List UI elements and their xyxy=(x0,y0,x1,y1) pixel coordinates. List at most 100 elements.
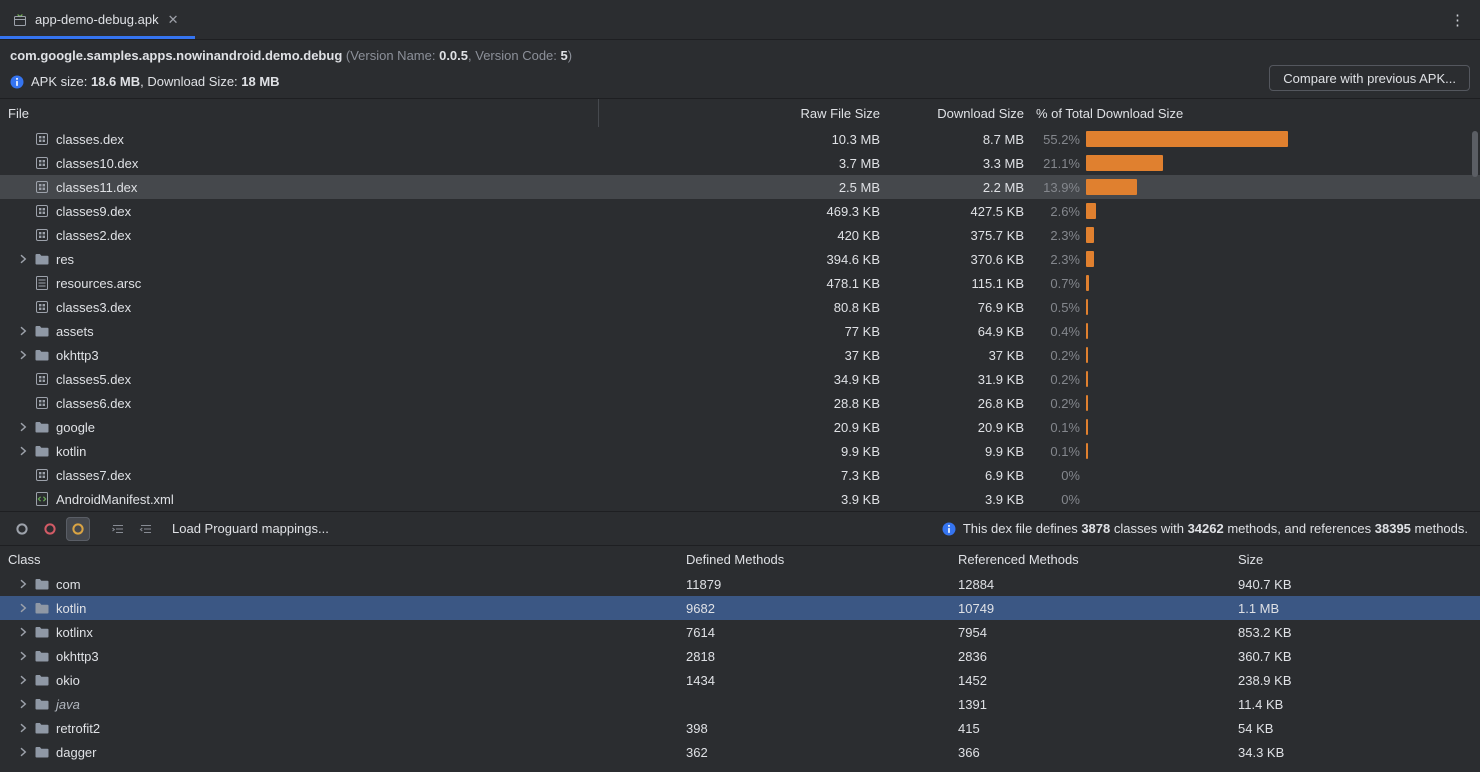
file-row[interactable]: kotlin9.9 KB9.9 KB0.1% xyxy=(0,439,1480,463)
more-options-icon[interactable]: ⋮ xyxy=(1450,11,1466,29)
file-row[interactable]: classes9.dex469.3 KB427.5 KB2.6% xyxy=(0,199,1480,223)
chevron-right-icon[interactable] xyxy=(12,576,34,592)
download-size-cell: 427.5 KB xyxy=(886,204,1028,219)
file-row[interactable]: assets77 KB64.9 KB0.4% xyxy=(0,319,1480,343)
chevron-right-icon[interactable] xyxy=(12,624,34,640)
class-name: retrofit2 xyxy=(56,721,100,736)
class-row[interactable]: kotlin9682107491.1 MB xyxy=(0,596,1480,620)
chevron-right-icon[interactable] xyxy=(12,347,34,363)
compare-previous-apk-button[interactable]: Compare with previous APK... xyxy=(1269,65,1470,91)
column-header-referenced-methods[interactable]: Referenced Methods xyxy=(952,552,1232,567)
collapse-all-icon[interactable] xyxy=(134,517,158,541)
file-row[interactable]: classes.dex10.3 MB8.7 MB55.2% xyxy=(0,127,1480,151)
chevron-right-icon[interactable] xyxy=(12,419,34,435)
version-code: 5 xyxy=(561,48,568,63)
class-row[interactable]: retrofit239841554 KB xyxy=(0,716,1480,740)
column-header-defined-methods[interactable]: Defined Methods xyxy=(680,552,952,567)
show-removed-nodes-icon[interactable] xyxy=(38,517,62,541)
column-header-class[interactable]: Class xyxy=(0,552,680,567)
percent-cell: 0.1% xyxy=(1028,444,1080,459)
raw-size-cell: 7.3 KB xyxy=(598,468,886,483)
class-row[interactable]: com1187912884940.7 KB xyxy=(0,572,1480,596)
chevron-right-icon[interactable] xyxy=(12,672,34,688)
class-row[interactable]: java139111.4 KB xyxy=(0,692,1480,716)
class-cell: kotlinx xyxy=(0,624,680,640)
file-row[interactable]: classes11.dex2.5 MB2.2 MB13.9% xyxy=(0,175,1480,199)
chevron-right-icon[interactable] xyxy=(12,251,34,267)
defined-methods-cell: 1434 xyxy=(680,673,952,688)
column-header-size[interactable]: Size xyxy=(1232,552,1480,567)
column-header-download-size[interactable]: Download Size xyxy=(886,106,1028,121)
class-row[interactable]: okhttp328182836360.7 KB xyxy=(0,644,1480,668)
percent-bar xyxy=(1086,179,1137,195)
size-cell: 34.3 KB xyxy=(1232,745,1480,760)
size-cell: 11.4 KB xyxy=(1232,697,1480,712)
file-row[interactable]: classes5.dex34.9 KB31.9 KB0.2% xyxy=(0,367,1480,391)
chevron-right-icon[interactable] xyxy=(12,600,34,616)
chevron-right-icon[interactable] xyxy=(12,744,34,760)
class-cell: okhttp3 xyxy=(0,648,680,664)
file-name: res xyxy=(56,252,74,267)
column-header-file[interactable]: File xyxy=(0,106,598,121)
dex-file-icon xyxy=(34,131,50,147)
tab-apk-analyzer[interactable]: app-demo-debug.apk ✕ xyxy=(0,0,195,39)
vertical-scrollbar-thumb[interactable] xyxy=(1472,131,1478,177)
file-row[interactable]: resources.arsc478.1 KB115.1 KB0.7% xyxy=(0,271,1480,295)
tab-close-icon[interactable]: ✕ xyxy=(166,11,181,28)
class-table-body: com1187912884940.7 KBkotlin9682107491.1 … xyxy=(0,572,1480,764)
percent-cell: 0.7% xyxy=(1028,276,1080,291)
file-row[interactable]: classes3.dex80.8 KB76.9 KB0.5% xyxy=(0,295,1480,319)
chevron-right-icon[interactable] xyxy=(12,443,34,459)
file-row[interactable]: AndroidManifest.xml3.9 KB3.9 KB0% xyxy=(0,487,1480,511)
file-name: okhttp3 xyxy=(56,348,99,363)
dex-summary: This dex file defines 3878 classes with … xyxy=(942,521,1468,536)
folder-icon xyxy=(34,443,50,459)
chevron-right-icon[interactable] xyxy=(12,696,34,712)
percent-cell: 2.6% xyxy=(1028,204,1080,219)
apk-size-line: APK size: 18.6 MB, Download Size: 18 MB xyxy=(10,72,1470,92)
chevron-right-icon[interactable] xyxy=(12,648,34,664)
class-name: kotlinx xyxy=(56,625,93,640)
chevron-right-icon[interactable] xyxy=(12,720,34,736)
file-row[interactable]: classes7.dex7.3 KB6.9 KB0% xyxy=(0,463,1480,487)
file-cell: classes10.dex xyxy=(0,155,598,171)
size-cell: 853.2 KB xyxy=(1232,625,1480,640)
dex-file-icon xyxy=(34,395,50,411)
percent-bar xyxy=(1086,275,1089,291)
file-row[interactable]: classes10.dex3.7 MB3.3 MB21.1% xyxy=(0,151,1480,175)
file-row[interactable]: okhttp337 KB37 KB0.2% xyxy=(0,343,1480,367)
raw-size-cell: 2.5 MB xyxy=(598,180,886,195)
raw-size-cell: 469.3 KB xyxy=(598,204,886,219)
class-row[interactable]: okio14341452238.9 KB xyxy=(0,668,1480,692)
size-cell: 940.7 KB xyxy=(1232,577,1480,592)
column-header-raw-size[interactable]: Raw File Size xyxy=(598,99,886,127)
percent-bar xyxy=(1086,299,1088,315)
show-all-classes-icon[interactable] xyxy=(10,517,34,541)
file-name: kotlin xyxy=(56,444,86,459)
percent-bar-cell xyxy=(1080,275,1480,291)
file-row[interactable]: google20.9 KB20.9 KB0.1% xyxy=(0,415,1480,439)
folder-icon xyxy=(34,251,50,267)
class-row[interactable]: kotlinx76147954853.2 KB xyxy=(0,620,1480,644)
chevron-right-icon[interactable] xyxy=(12,323,34,339)
defined-methods-cell: 9682 xyxy=(680,601,952,616)
percent-bar xyxy=(1086,203,1096,219)
download-size-cell: 2.2 MB xyxy=(886,180,1028,195)
percent-cell: 0.2% xyxy=(1028,348,1080,363)
folder-icon xyxy=(34,347,50,363)
percent-bar xyxy=(1086,323,1088,339)
file-name: classes3.dex xyxy=(56,300,131,315)
column-header-percent[interactable]: % of Total Download Size xyxy=(1028,106,1480,121)
class-name: dagger xyxy=(56,745,96,760)
file-row[interactable]: res394.6 KB370.6 KB2.3% xyxy=(0,247,1480,271)
version-name: 0.0.5 xyxy=(439,48,468,63)
load-proguard-mappings-button[interactable]: Load Proguard mappings... xyxy=(172,521,329,536)
expand-all-icon[interactable] xyxy=(106,517,130,541)
file-row[interactable]: classes2.dex420 KB375.7 KB2.3% xyxy=(0,223,1480,247)
file-row[interactable]: classes6.dex28.8 KB26.8 KB0.2% xyxy=(0,391,1480,415)
show-referenced-nodes-icon[interactable] xyxy=(66,517,90,541)
package-folder-icon xyxy=(34,720,50,736)
file-cell: classes11.dex xyxy=(0,179,598,195)
class-row[interactable]: dagger36236634.3 KB xyxy=(0,740,1480,764)
defined-methods-cell: 2818 xyxy=(680,649,952,664)
